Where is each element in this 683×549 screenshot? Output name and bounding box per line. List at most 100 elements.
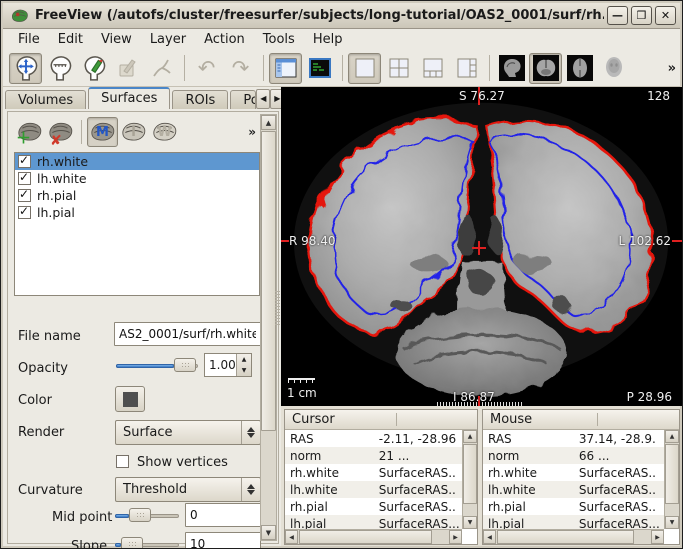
- table-vertical-scrollbar[interactable]: ▲ ▼: [664, 430, 679, 529]
- roi-edit-tool-button[interactable]: [111, 53, 144, 84]
- view-axial-button[interactable]: [563, 53, 596, 84]
- scrollbar-thumb[interactable]: [299, 530, 432, 544]
- scroll-left-arrow[interactable]: ◀: [285, 530, 298, 544]
- table-horizontal-scrollbar[interactable]: ◀ ▶: [483, 529, 664, 544]
- coronal-view[interactable]: S 76.27 128 R 98.40 L 102.62 1 cm I 86.8…: [281, 87, 682, 406]
- table-vertical-scrollbar[interactable]: ▲ ▼: [462, 430, 477, 529]
- tab-point-sets[interactable]: Poin: [230, 90, 256, 109]
- menu-edit[interactable]: Edit: [49, 30, 92, 49]
- load-surface-button[interactable]: ＋: [14, 117, 45, 147]
- list-item-lh-white[interactable]: lh.white: [15, 170, 259, 187]
- table-row[interactable]: rh.pialSurfaceRAS..: [285, 498, 462, 515]
- command-console-button[interactable]: [303, 53, 336, 84]
- undo-button[interactable]: ↶: [190, 53, 223, 84]
- spinbox-arrows[interactable]: ▲▼: [236, 354, 251, 376]
- opacity-slider-handle[interactable]: [174, 358, 196, 372]
- scroll-left-arrow[interactable]: ◀: [483, 530, 496, 544]
- scroll-up-arrow[interactable]: ▲: [665, 430, 679, 443]
- slope-slider-handle[interactable]: [121, 537, 143, 549]
- render-combobox[interactable]: Surface: [115, 420, 261, 445]
- menu-help[interactable]: Help: [304, 30, 352, 49]
- tab-surfaces[interactable]: Surfaces: [88, 87, 170, 109]
- view-coronal-button[interactable]: [529, 53, 562, 84]
- visibility-checkbox[interactable]: [18, 155, 31, 168]
- table-row[interactable]: norm21 ...: [285, 447, 462, 464]
- scrollbar-thumb[interactable]: [463, 444, 477, 504]
- mid-point-input[interactable]: [185, 503, 261, 527]
- mid-point-slider[interactable]: [115, 507, 179, 523]
- opacity-slider[interactable]: [116, 357, 198, 373]
- visibility-checkbox[interactable]: [18, 206, 31, 219]
- table-row[interactable]: lh.whiteSurfaceRAS..: [285, 481, 462, 498]
- curvature-combobox[interactable]: Threshold: [115, 477, 261, 502]
- scroll-down-arrow[interactable]: ▼: [665, 516, 679, 529]
- pointset-edit-tool-button[interactable]: [145, 53, 178, 84]
- scrollbar-thumb[interactable]: [665, 444, 679, 504]
- table-row[interactable]: RAS37.14, -28.9.: [483, 430, 664, 447]
- visibility-checkbox[interactable]: [18, 172, 31, 185]
- layout-1and3-button[interactable]: [416, 53, 449, 84]
- layout-2x2-button[interactable]: [382, 53, 415, 84]
- redo-button[interactable]: ↷: [224, 53, 257, 84]
- show-inflated-surface-button[interactable]: I: [118, 117, 149, 147]
- table-horizontal-scrollbar[interactable]: ◀ ▶: [285, 529, 462, 544]
- title-bar[interactable]: FreeView (/autofs/cluster/freesurfer/sub…: [3, 3, 680, 29]
- scroll-right-arrow[interactable]: ▶: [449, 530, 462, 544]
- measure-tool-button[interactable]: [43, 53, 76, 84]
- table-row[interactable]: rh.whiteSurfaceRAS..: [285, 464, 462, 481]
- show-white-surface-button[interactable]: W: [149, 117, 180, 147]
- maximize-button[interactable]: ❒: [631, 6, 652, 25]
- menu-tools[interactable]: Tools: [254, 30, 304, 49]
- close-button[interactable]: ✕: [655, 6, 676, 25]
- menu-layer[interactable]: Layer: [141, 30, 195, 49]
- menu-action[interactable]: Action: [195, 30, 254, 49]
- scroll-up-arrow[interactable]: ▲: [463, 430, 477, 443]
- list-item-rh-pial[interactable]: rh.pial: [15, 187, 259, 204]
- scroll-down-arrow[interactable]: ▼: [261, 525, 276, 540]
- panel-splitter[interactable]: [275, 291, 280, 325]
- scroll-up-arrow[interactable]: ▲: [261, 115, 276, 130]
- menu-file[interactable]: File: [9, 30, 49, 49]
- column-divider[interactable]: [597, 413, 598, 426]
- view-sagittal-button[interactable]: [495, 53, 528, 84]
- show-main-surface-button[interactable]: M: [87, 117, 118, 147]
- scroll-down-arrow[interactable]: ▼: [463, 516, 477, 529]
- opacity-spinbox[interactable]: 1.00 ▲▼: [204, 353, 252, 377]
- list-item-rh-white[interactable]: rh.white: [15, 153, 259, 170]
- layout-1and3-horizontal-button[interactable]: [450, 53, 483, 84]
- toggle-control-panel-button[interactable]: [269, 53, 302, 84]
- scrollbar-thumb[interactable]: [261, 131, 276, 431]
- menu-view[interactable]: View: [92, 30, 141, 49]
- file-name-input[interactable]: [114, 322, 261, 346]
- table-row[interactable]: lh.pialSurfaceRAS...: [285, 515, 462, 529]
- table-row[interactable]: rh.whiteSurfaceRAS..: [483, 464, 664, 481]
- mid-point-slider-handle[interactable]: [129, 508, 151, 522]
- slope-slider[interactable]: [115, 536, 179, 549]
- visibility-checkbox[interactable]: [18, 189, 31, 202]
- scrollbar-thumb[interactable]: [497, 530, 634, 544]
- navigate-tool-button[interactable]: [9, 53, 42, 84]
- tab-volumes[interactable]: Volumes: [5, 90, 86, 109]
- color-picker-button[interactable]: [115, 386, 145, 412]
- toolbar-overflow-icon[interactable]: »: [668, 61, 676, 76]
- panel-scrollbar[interactable]: ▲ ▼: [260, 114, 277, 541]
- table-row[interactable]: rh.pialSurfaceRAS..: [483, 498, 664, 515]
- list-item-lh-pial[interactable]: lh.pial: [15, 204, 259, 221]
- unload-surface-button[interactable]: ✘: [45, 117, 76, 147]
- column-divider[interactable]: [396, 413, 397, 426]
- slope-input[interactable]: [185, 532, 261, 549]
- layout-1x1-button[interactable]: [348, 53, 381, 84]
- show-vertices-checkbox[interactable]: [116, 455, 129, 468]
- table-row[interactable]: norm66 ...: [483, 447, 664, 464]
- table-row[interactable]: RAS-2.11, -28.96: [285, 430, 462, 447]
- minimize-button[interactable]: —: [607, 6, 628, 25]
- tab-scroll-left-button[interactable]: ◀: [256, 89, 270, 109]
- table-row[interactable]: lh.whiteSurfaceRAS..: [483, 481, 664, 498]
- table-row[interactable]: lh.pialSurfaceRAS...: [483, 515, 664, 529]
- surface-toolbar-overflow-icon[interactable]: »: [248, 125, 256, 139]
- voxel-edit-tool-button[interactable]: [77, 53, 110, 84]
- tab-rois[interactable]: ROIs: [172, 90, 228, 109]
- panel-tab-bar: Volumes Surfaces ROIs Poin ◀ ▶: [3, 87, 281, 109]
- view-3d-button[interactable]: [597, 53, 630, 84]
- scroll-right-arrow[interactable]: ▶: [651, 530, 664, 544]
